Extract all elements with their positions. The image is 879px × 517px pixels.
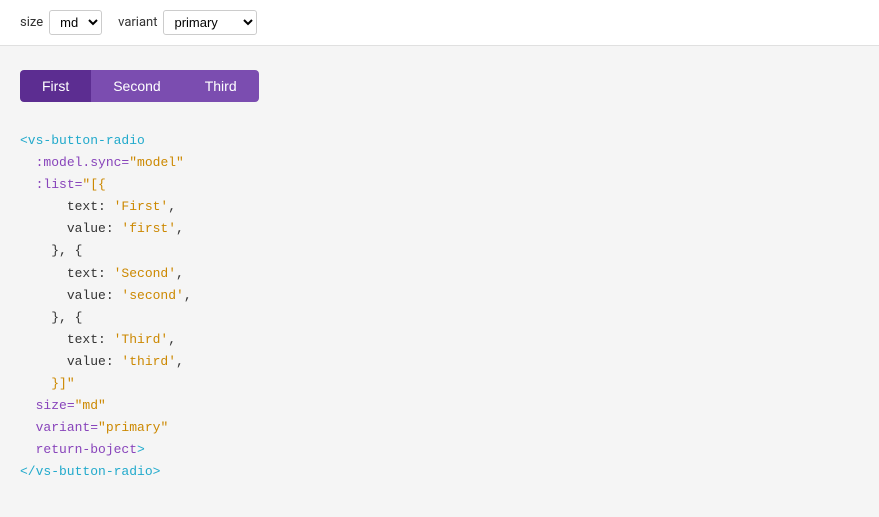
code-close3: }]": [20, 373, 859, 395]
top-bar: size md sm lg variant primary secondary …: [0, 0, 879, 46]
code-value1: value: 'first',: [20, 218, 859, 240]
code-attr-variant: variant="primary": [20, 417, 859, 439]
code-close1: }, {: [20, 240, 859, 262]
code-tag-open: <vs-button-radio: [20, 130, 859, 152]
code-attr-size: size="md": [20, 395, 859, 417]
code-tag-close: </vs-button-radio>: [20, 461, 859, 483]
size-control: size md sm lg: [20, 10, 102, 35]
code-close2: }, {: [20, 307, 859, 329]
variant-control: variant primary secondary danger: [118, 10, 257, 35]
main-content: First Second Third <vs-button-radio :mod…: [0, 46, 879, 516]
size-label: size: [20, 15, 43, 30]
code-attr-return: return-boject>: [20, 439, 859, 461]
variant-select[interactable]: primary secondary danger: [163, 10, 257, 35]
code-text2: text: 'Second',: [20, 263, 859, 285]
size-select[interactable]: md sm lg: [49, 10, 102, 35]
code-value3: value: 'third',: [20, 351, 859, 373]
code-block: <vs-button-radio :model.sync="model" :li…: [20, 130, 859, 484]
radio-btn-second[interactable]: Second: [91, 70, 182, 102]
radio-btn-first[interactable]: First: [20, 70, 91, 102]
code-text1: text: 'First',: [20, 196, 859, 218]
button-radio-group: First Second Third: [20, 70, 859, 102]
code-attr-list: :list="[{: [20, 174, 859, 196]
code-attr-model: :model.sync="model": [20, 152, 859, 174]
radio-btn-third[interactable]: Third: [183, 70, 259, 102]
variant-label: variant: [118, 15, 157, 30]
code-text3: text: 'Third',: [20, 329, 859, 351]
code-value2: value: 'second',: [20, 285, 859, 307]
